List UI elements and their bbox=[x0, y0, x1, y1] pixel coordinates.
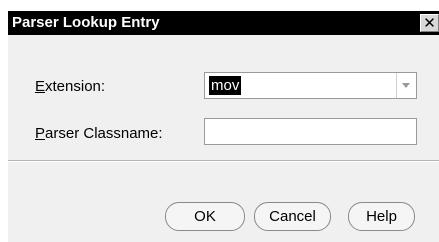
dialog-title: Parser Lookup Entry bbox=[12, 14, 160, 31]
close-icon[interactable]: ✕ bbox=[420, 14, 439, 32]
divider bbox=[8, 160, 439, 162]
parser-classname-label-mnemonic: P bbox=[35, 125, 46, 142]
extension-label: Extension: bbox=[35, 78, 105, 95]
parser-classname-label-text: arser Classname: bbox=[45, 125, 163, 142]
extension-label-mnemonic: E bbox=[35, 78, 46, 95]
chevron-down-icon[interactable] bbox=[396, 73, 416, 98]
extension-value: mov bbox=[209, 76, 242, 95]
extension-combobox[interactable]: mov bbox=[204, 72, 417, 99]
parser-classname-label: Parser Classname: bbox=[35, 125, 163, 142]
help-button[interactable]: Help bbox=[348, 202, 415, 231]
cancel-button[interactable]: Cancel bbox=[254, 202, 331, 231]
parser-lookup-dialog: Parser Lookup Entry ✕ Extension: mov Par… bbox=[8, 11, 439, 242]
extension-label-text: xtension: bbox=[45, 78, 106, 95]
title-bar: Parser Lookup Entry ✕ bbox=[8, 11, 439, 35]
ok-button[interactable]: OK bbox=[165, 202, 245, 231]
parser-classname-field[interactable] bbox=[204, 118, 417, 145]
